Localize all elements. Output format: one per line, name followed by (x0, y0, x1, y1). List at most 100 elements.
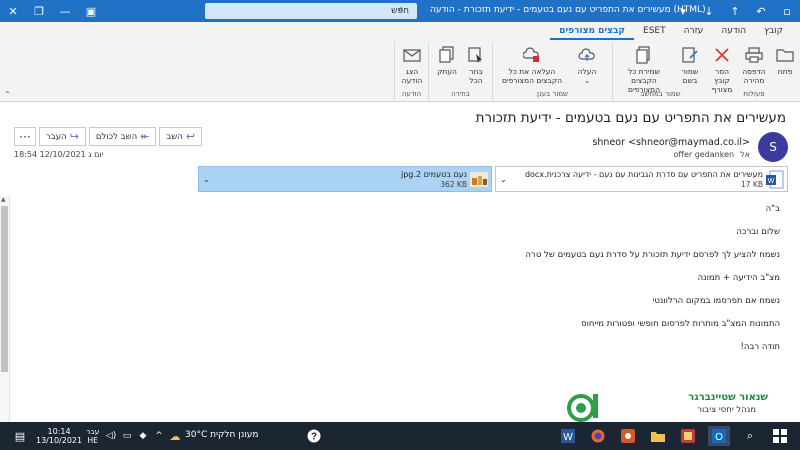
tab-attachments[interactable]: קבצים מצורפים (550, 22, 635, 40)
tab-message[interactable]: הודעה (712, 22, 755, 40)
close-icon: ✕ (8, 4, 18, 18)
language-indicator[interactable]: עבר HE (86, 427, 99, 445)
copy-button[interactable]: העתק (433, 44, 461, 76)
group-label-message: הודעה (401, 90, 422, 98)
scrollbar-thumb[interactable] (1, 206, 8, 372)
select-all-button[interactable]: בחר הכל (463, 44, 489, 85)
notification-icon: ▤ (14, 429, 26, 443)
volume-button[interactable]: ◁) (104, 426, 118, 446)
sender-avatar[interactable]: S (758, 132, 788, 162)
taskbar-outlook[interactable]: O (708, 426, 730, 446)
help-button[interactable]: ? (304, 426, 324, 446)
collapse-ribbon-icon[interactable]: ⌃ (4, 90, 11, 99)
red-x-icon (711, 44, 733, 66)
remove-attachment-button[interactable]: הסר קובץ מצורף (706, 44, 738, 94)
search-box[interactable]: ⌕ חפש (205, 3, 417, 19)
chevron-up-icon: ^ (155, 431, 163, 441)
reply-all-button[interactable]: השב לכולם ↞ (88, 127, 157, 146)
network-button[interactable]: ▭ (120, 426, 134, 446)
body-line: מצ"ב הידיעה + תמונה (697, 273, 780, 283)
scroll-up-icon[interactable]: ▲ (1, 196, 6, 203)
taskbar-app3[interactable] (618, 426, 638, 446)
tab-help[interactable]: עזרה (675, 22, 713, 40)
speaker-icon: ◁) (105, 431, 117, 441)
open-folder-icon (774, 44, 796, 66)
ribbon-display-button[interactable]: ▣ (78, 0, 104, 22)
body-scrollbar[interactable]: ▲ (0, 196, 10, 422)
taskbar: ▤ 10:14 13/10/2021 עבר HE ◁) ▭ ◆ ^ ☁ 30°… (0, 422, 800, 450)
group-label-selection: בחירה (451, 90, 470, 98)
ribbon: פתח הדפסה מהירה הסר קובץ מצורף פעולות שמ… (0, 40, 800, 102)
forward-button[interactable]: העבר ↪ (39, 127, 86, 146)
show-message-button[interactable]: הצג הודעה (398, 44, 426, 85)
image-icon (470, 170, 488, 189)
previous-item-button[interactable]: ↑ (722, 0, 748, 22)
signature-name: שנאור שטיינברגר (688, 392, 768, 403)
weather-icon[interactable]: ☁ (168, 426, 182, 446)
ribbon-display-icon: ▣ (85, 4, 97, 18)
upload-all-button[interactable]: העלאה את כל הקבצים המצורפים (497, 44, 567, 85)
word-app-icon: W (561, 429, 575, 443)
save-all-attachments-button[interactable]: שמירת כל הקבצים המצורפים (615, 44, 673, 94)
taskbar-app5[interactable] (678, 426, 698, 446)
envelope-icon (401, 44, 423, 66)
undo-button[interactable]: ↶ (748, 0, 774, 22)
start-button[interactable] (770, 426, 790, 446)
reply-button[interactable]: השב ↩ (159, 127, 203, 146)
tray-expand-button[interactable]: ^ (152, 426, 166, 446)
arrow-up-icon: ↑ (730, 4, 740, 18)
sender-address[interactable]: shneor <shneor@maymad.co.il> (592, 137, 750, 148)
save-quick-button[interactable]: ▫ (774, 0, 800, 22)
tab-eset[interactable]: ESET (634, 22, 675, 40)
open-button[interactable]: פתח (774, 44, 796, 76)
close-button[interactable]: ✕ (0, 0, 26, 22)
taskbar-firefox[interactable] (588, 426, 608, 446)
search-taskbar-button[interactable]: ⌕ (740, 426, 760, 446)
chevron-down-icon[interactable]: ⌄ (500, 175, 507, 184)
tab-file[interactable]: קובץ (755, 22, 792, 40)
minimize-button[interactable]: — (52, 0, 78, 22)
quick-print-button[interactable]: הדפסה מהירה (738, 44, 770, 85)
folder-icon (651, 432, 665, 442)
chevron-down-icon: ⌄ (583, 76, 591, 85)
upload-all-icon (521, 44, 543, 66)
minimize-icon: — (59, 4, 71, 18)
customize-toolbar-button[interactable]: ▾ (670, 0, 696, 22)
reply-icon: ↩ (185, 130, 196, 143)
upload-button[interactable]: העלה ⌄ (569, 44, 605, 85)
body-line: נשמח להציע לך לפרסם ידיעת תזכורת על סדרת… (525, 250, 780, 260)
taskbar-explorer[interactable] (648, 426, 668, 446)
chevron-down-icon[interactable]: ⌄ (203, 175, 210, 184)
message-body: ב"ה שלום וברכה נשמח להציע לך לפרסם ידיעת… (525, 205, 780, 366)
to-label: אל (740, 150, 750, 159)
help-icon: ? (307, 429, 321, 443)
chevron-down-icon: ▾ (680, 4, 686, 18)
recipient-name[interactable]: offer gedanken (674, 150, 735, 159)
notifications-button[interactable]: ▤ (12, 426, 28, 446)
attachment-jpg[interactable]: נעם בטעמים 2.jpg 362 KB ⌄ (198, 166, 492, 192)
restore-icon: ❐ (34, 4, 44, 18)
attachment-docx[interactable]: W מעשירים את התפריט עם סדרת הגבינות עם נ… (495, 166, 788, 192)
dropbox-button[interactable]: ◆ (136, 426, 150, 446)
dropbox-icon: ◆ (139, 431, 147, 441)
message-actions: ··· העבר ↪ השב לכולם ↞ השב ↩ (14, 127, 203, 146)
save-as-button[interactable]: שמור בשם (675, 44, 705, 85)
maximize-button[interactable]: ❐ (26, 0, 52, 22)
word-doc-icon: W (766, 170, 784, 189)
app-icon (681, 429, 695, 443)
search-icon: ⌕ (398, 4, 404, 15)
save-all-icon (633, 44, 655, 66)
body-line: תודה רבה! (740, 342, 780, 352)
copy-icon (436, 44, 458, 66)
group-label-save-cloud: שמור בענן (537, 90, 568, 98)
next-item-button[interactable]: ↓ (696, 0, 722, 22)
network-icon: ▭ (122, 431, 132, 441)
attachment-name: מעשירים את התפריט עם סדרת הגבינות עם נעם… (524, 170, 763, 179)
message-subject: מעשירים את התפריט עם נעם בטעמים - ידיעת … (475, 110, 786, 126)
group-label-save-computer: שמור במחשב (640, 90, 681, 98)
search-icon: ⌕ (746, 429, 754, 442)
more-actions-button[interactable]: ··· (14, 127, 36, 146)
weather-text[interactable]: 30°C מעונן חלקית (185, 430, 259, 440)
system-clock[interactable]: 10:14 13/10/2021 (36, 427, 82, 445)
taskbar-word[interactable]: W (558, 426, 578, 446)
